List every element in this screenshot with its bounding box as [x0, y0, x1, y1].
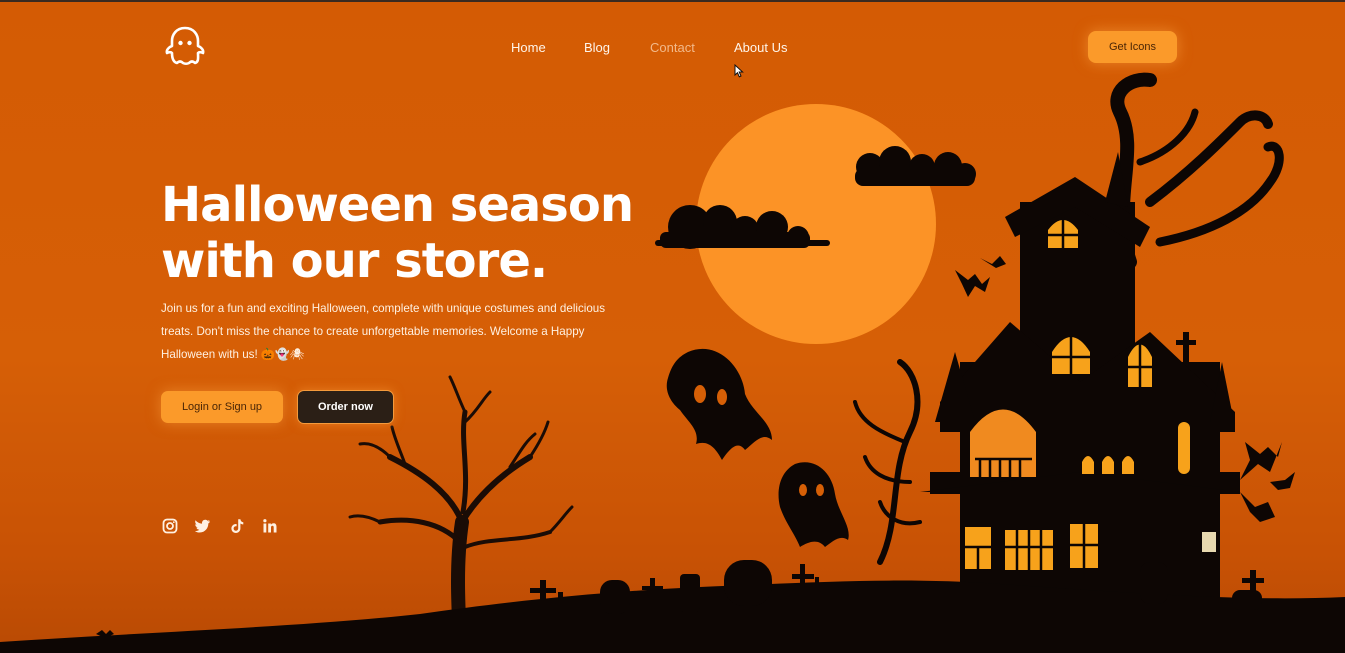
login-signup-button[interactable]: Login or Sign up: [161, 391, 283, 423]
tiktok-icon[interactable]: [229, 518, 245, 534]
linkedin-icon[interactable]: [262, 518, 278, 534]
hero-title-line-2: with our store.: [161, 233, 548, 289]
hero-title-line-1: Halloween season: [161, 177, 634, 233]
ghost-small: [778, 462, 849, 547]
ghost-large: [666, 348, 772, 460]
hero-description: Join us for a fun and exciting Halloween…: [161, 302, 606, 361]
hero-title: Halloween season with our store.: [161, 177, 661, 289]
instagram-icon[interactable]: [162, 518, 178, 534]
twitter-icon[interactable]: [195, 518, 211, 534]
mouse-cursor-icon: [734, 64, 744, 78]
order-now-button[interactable]: Order now: [297, 390, 394, 424]
